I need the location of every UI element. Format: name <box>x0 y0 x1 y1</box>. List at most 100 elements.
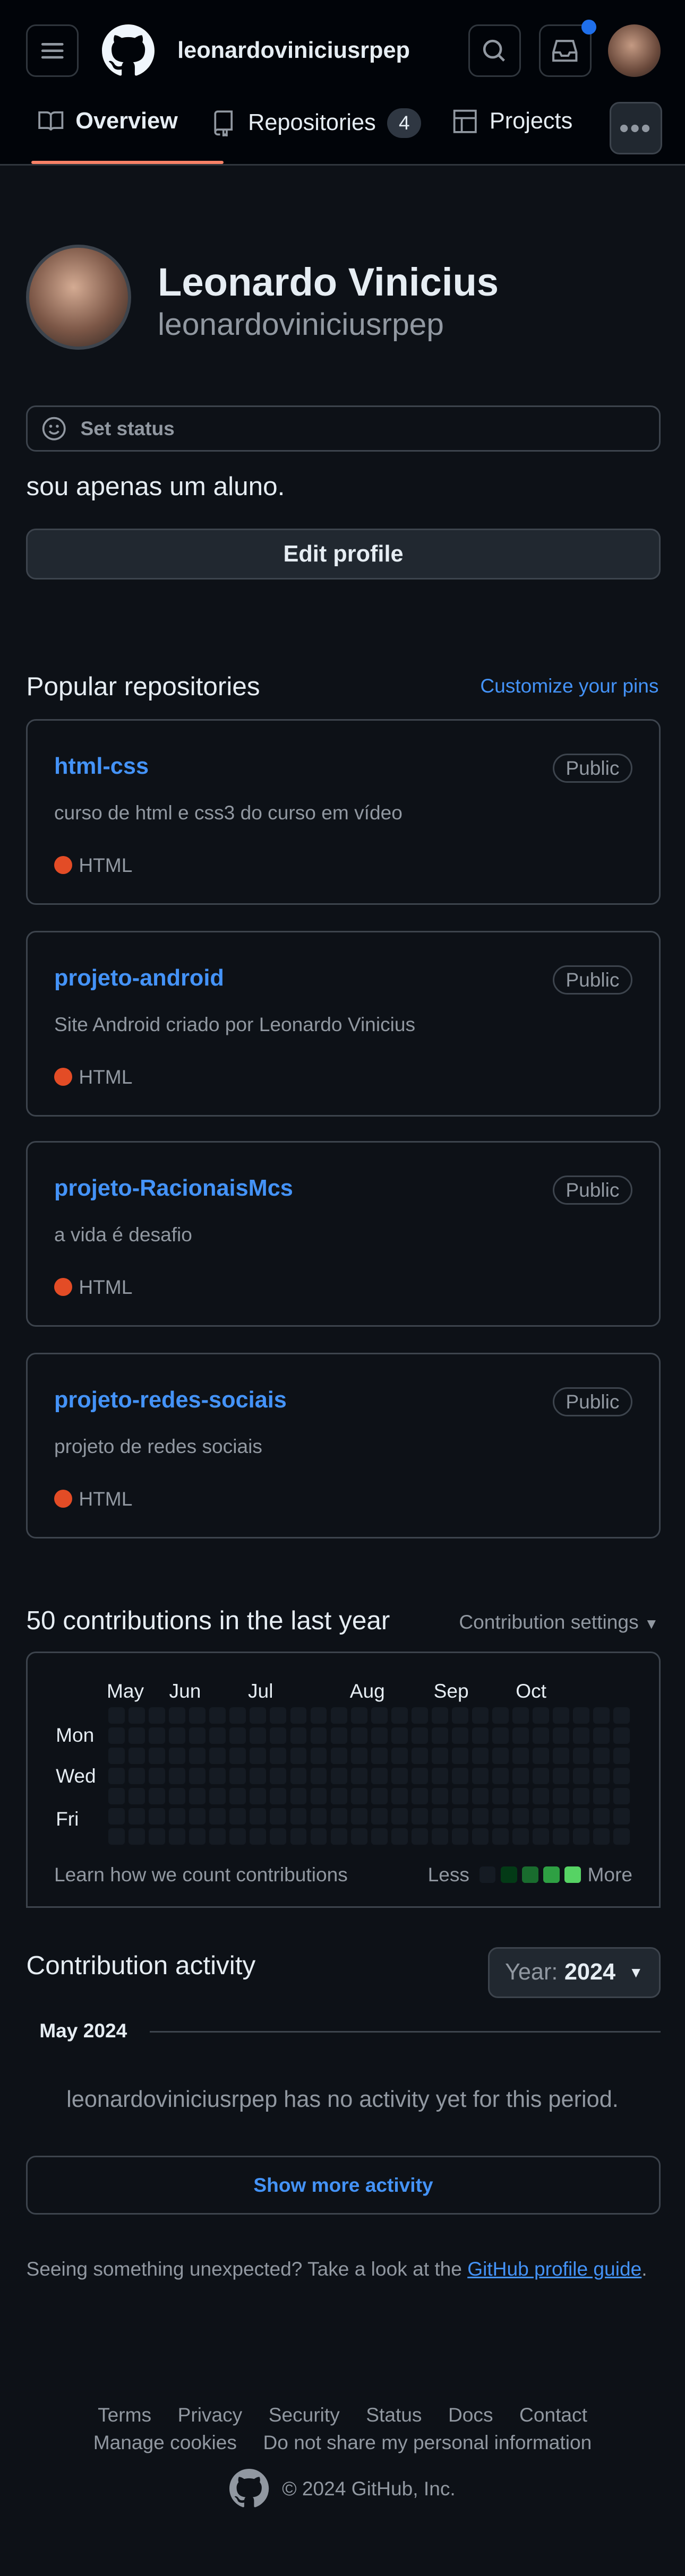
contribution-day[interactable] <box>350 1748 367 1765</box>
contribution-day[interactable] <box>229 1788 246 1805</box>
contribution-day[interactable] <box>431 1727 448 1744</box>
contribution-day[interactable] <box>129 1788 145 1805</box>
contribution-day[interactable] <box>250 1808 267 1825</box>
contribution-day[interactable] <box>250 1768 267 1785</box>
contribution-day[interactable] <box>613 1727 630 1744</box>
contribution-day[interactable] <box>371 1768 388 1785</box>
contribution-day[interactable] <box>431 1828 448 1845</box>
contribution-day[interactable] <box>169 1788 186 1805</box>
contribution-day[interactable] <box>451 1788 468 1805</box>
contribution-day[interactable] <box>533 1828 550 1845</box>
contribution-day[interactable] <box>451 1828 468 1845</box>
contribution-day[interactable] <box>310 1727 327 1744</box>
contribution-day[interactable] <box>512 1788 529 1805</box>
footer-link[interactable]: Privacy <box>178 2404 243 2426</box>
contribution-day[interactable] <box>593 1748 610 1765</box>
contribution-day[interactable] <box>209 1828 226 1845</box>
footer-link[interactable]: Docs <box>448 2404 493 2426</box>
contribution-day[interactable] <box>149 1748 166 1765</box>
contribution-day[interactable] <box>270 1808 287 1825</box>
contribution-day[interactable] <box>129 1768 145 1785</box>
contribution-day[interactable] <box>330 1828 347 1845</box>
contribution-day[interactable] <box>573 1768 590 1785</box>
contribution-day[interactable] <box>613 1707 630 1724</box>
contribution-day[interactable] <box>250 1707 267 1724</box>
contribution-day[interactable] <box>492 1828 509 1845</box>
contribution-day[interactable] <box>290 1828 307 1845</box>
contribution-day[interactable] <box>573 1707 590 1724</box>
profile-avatar[interactable] <box>26 244 132 350</box>
contribution-day[interactable] <box>108 1768 125 1785</box>
contribution-day[interactable] <box>270 1748 287 1765</box>
contribution-day[interactable] <box>169 1768 186 1785</box>
contribution-day[interactable] <box>371 1707 388 1724</box>
contribution-day[interactable] <box>250 1788 267 1805</box>
contribution-day[interactable] <box>149 1768 166 1785</box>
contribution-day[interactable] <box>330 1748 347 1765</box>
footer-link[interactable]: Status <box>366 2404 422 2426</box>
contribution-day[interactable] <box>512 1748 529 1765</box>
footer-link[interactable]: Do not share my personal information <box>263 2431 592 2454</box>
contribution-day[interactable] <box>310 1707 327 1724</box>
contribution-day[interactable] <box>250 1828 267 1845</box>
contribution-day[interactable] <box>108 1707 125 1724</box>
contribution-day[interactable] <box>431 1768 448 1785</box>
contribution-day[interactable] <box>512 1727 529 1744</box>
contribution-day[interactable] <box>451 1748 468 1765</box>
contribution-day[interactable] <box>350 1707 367 1724</box>
contribution-day[interactable] <box>533 1788 550 1805</box>
footer-link[interactable]: Manage cookies <box>93 2431 237 2454</box>
contribution-day[interactable] <box>350 1768 367 1785</box>
contribution-day[interactable] <box>129 1808 145 1825</box>
contribution-day[interactable] <box>411 1788 428 1805</box>
learn-contributions-link[interactable]: Learn how we count contributions <box>54 1863 348 1886</box>
contribution-day[interactable] <box>573 1727 590 1744</box>
contribution-day[interactable] <box>209 1788 226 1805</box>
contribution-day[interactable] <box>310 1828 327 1845</box>
contribution-day[interactable] <box>553 1808 570 1825</box>
contribution-day[interactable] <box>431 1748 448 1765</box>
contribution-day[interactable] <box>250 1748 267 1765</box>
contribution-day[interactable] <box>593 1768 610 1785</box>
contribution-day[interactable] <box>533 1707 550 1724</box>
contribution-day[interactable] <box>290 1707 307 1724</box>
contribution-day[interactable] <box>209 1768 226 1785</box>
contribution-day[interactable] <box>290 1748 307 1765</box>
contribution-day[interactable] <box>149 1788 166 1805</box>
contribution-day[interactable] <box>108 1788 125 1805</box>
contribution-day[interactable] <box>573 1808 590 1825</box>
contribution-day[interactable] <box>290 1768 307 1785</box>
contribution-day[interactable] <box>350 1828 367 1845</box>
contribution-day[interactable] <box>593 1788 610 1805</box>
contribution-day[interactable] <box>391 1727 408 1744</box>
contribution-day[interactable] <box>290 1727 307 1744</box>
github-logo-icon[interactable] <box>229 2468 269 2508</box>
contribution-day[interactable] <box>189 1707 206 1724</box>
contribution-day[interactable] <box>310 1808 327 1825</box>
contribution-day[interactable] <box>129 1828 145 1845</box>
edit-profile-button[interactable]: Edit profile <box>26 529 661 580</box>
contribution-day[interactable] <box>613 1808 630 1825</box>
contribution-day[interactable] <box>472 1727 489 1744</box>
set-status-button[interactable]: Set status <box>26 405 661 452</box>
contribution-day[interactable] <box>472 1808 489 1825</box>
contribution-day[interactable] <box>290 1808 307 1825</box>
contribution-day[interactable] <box>553 1768 570 1785</box>
contribution-day[interactable] <box>512 1768 529 1785</box>
contribution-day[interactable] <box>472 1828 489 1845</box>
search-button[interactable] <box>468 24 521 77</box>
contribution-day[interactable] <box>108 1828 125 1845</box>
contribution-day[interactable] <box>371 1727 388 1744</box>
contribution-day[interactable] <box>229 1828 246 1845</box>
contribution-day[interactable] <box>371 1828 388 1845</box>
contribution-day[interactable] <box>411 1707 428 1724</box>
contribution-day[interactable] <box>451 1808 468 1825</box>
contribution-day[interactable] <box>149 1828 166 1845</box>
contribution-day[interactable] <box>108 1727 125 1744</box>
contribution-day[interactable] <box>431 1788 448 1805</box>
contribution-day[interactable] <box>330 1788 347 1805</box>
contribution-day[interactable] <box>310 1768 327 1785</box>
contribution-day[interactable] <box>129 1707 145 1724</box>
contribution-day[interactable] <box>492 1748 509 1765</box>
contribution-day[interactable] <box>593 1808 610 1825</box>
